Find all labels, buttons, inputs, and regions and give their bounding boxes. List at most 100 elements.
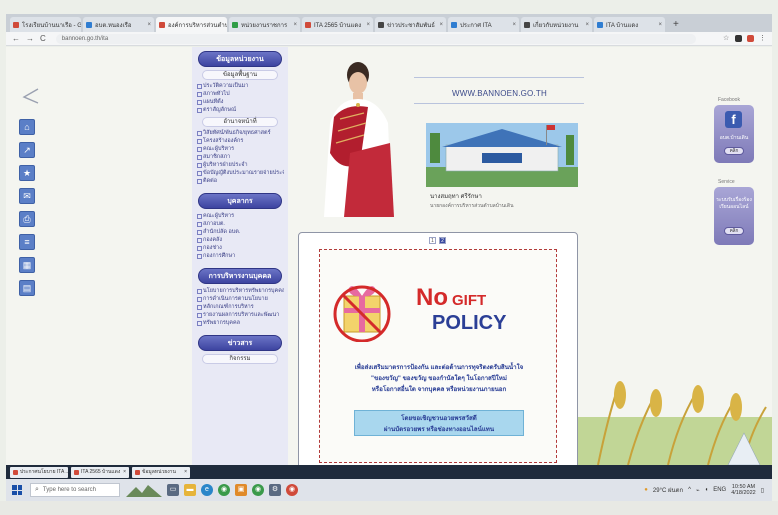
mail-icon[interactable]: ✉ [19,188,35,204]
nav-link[interactable]: การดำเนินการตามนโยบาย [196,295,284,303]
nav-link[interactable]: สมาชิกสภา [196,153,284,161]
file-explorer-icon[interactable]: ▬ [184,484,196,496]
nav-link[interactable]: ตราสัญลักษณ์ [196,106,284,114]
close-tab-icon[interactable]: × [366,22,370,28]
grid-icon[interactable]: ▦ [19,257,35,273]
weather-widget-image[interactable] [126,483,162,497]
home-icon[interactable]: ⌂ [19,119,35,135]
browser-tab[interactable]: ITA บ้านแดง × [594,17,665,32]
web-page: ⌂ ↗ ★ ✉ ⎙ ≡ ▦ ▤ ข้อมูลหน่วยงาน ข้อมูลพื้… [6,47,772,465]
browser-tab[interactable]: หน่วยงานราชการ × [229,17,300,32]
nav-link[interactable]: กองการศึกษา [196,252,284,260]
announcement-slider: 1 2 No GIFT POLICY เพื่อส่งเสริมมาตรการป้… [298,232,578,465]
chevron-up-icon[interactable]: ^ [688,487,691,493]
nav-link[interactable]: หลักเกณฑ์การบริหาร [196,303,284,311]
bookmark-icon[interactable]: ★ [19,165,35,181]
browser-tab[interactable]: ข่าวประชาสัมพันธ์ × [375,17,446,32]
language-indicator[interactable]: ENG [713,487,726,493]
taskbar-window-label: ITA 2565 บ้านแดง [81,469,121,475]
chrome-icon[interactable]: ◉ [252,484,264,496]
facebook-click-button[interactable]: คลิก [724,147,744,155]
volume-icon[interactable]: ◖ [705,487,709,493]
nav-link[interactable]: แผนที่ตั้ง [196,98,284,106]
extension-icon[interactable] [735,35,742,42]
favicon-icon [232,21,238,28]
nav-heading[interactable]: การบริหารงานบุคคล [198,268,282,284]
clock[interactable]: 10:50 AM 4/18/2022 [731,484,755,496]
nav-link[interactable]: ข้อบัญญัติงบประมาณรายจ่ายประจำปี [196,169,284,177]
network-icon[interactable]: ⌁ [696,487,700,494]
nav-link[interactable]: ประวัติความเป็นมา [196,82,284,90]
browser-tab-active[interactable]: องค์การบริหารส่วนตำบล× [156,17,227,32]
close-tab-icon[interactable]: × [147,22,151,28]
close-icon[interactable]: × [123,469,126,475]
nav-link[interactable]: สภาพทั่วไป [196,90,284,98]
taskbar-window[interactable]: ข้อมูลหน่วยงาน × [132,466,190,478]
nav-link[interactable]: ทรัพยากรบุคคล [196,319,284,327]
list-icon[interactable]: ≡ [19,234,35,250]
store-icon[interactable]: ▣ [235,484,247,496]
nav-heading[interactable]: บุคลากร [198,193,282,209]
chrome-icon[interactable]: ◉ [218,484,230,496]
nav-heading[interactable]: ข้อมูลหน่วยงาน [198,51,282,67]
document-icon[interactable]: ▤ [19,280,35,296]
browser-tab[interactable]: อบต.หนองเรือ × [83,17,154,32]
reload-button[interactable]: C [40,34,46,43]
address-bar[interactable]: bannoen.go.th/ita [55,33,696,44]
search-placeholder: Type here to search [42,487,96,493]
nav-link[interactable]: วิสัยทัศน์/พันธกิจ/ยุทธศาสตร์ [196,129,284,137]
print-icon[interactable]: ⎙ [19,211,35,227]
nav-link[interactable]: สำนักปลัด อบต. [196,228,284,236]
close-tab-icon[interactable]: × [293,22,297,28]
nav-link[interactable]: ติดต่อ [196,177,284,185]
close-tab-icon[interactable]: × [512,22,516,28]
no-gift-policy-poster[interactable]: No GIFT POLICY เพื่อส่งเสริมมาตรการป้องกั… [319,249,557,463]
facebook-widget[interactable]: f อบต.บ้านเดิน คลิก [714,105,754,163]
close-tab-icon[interactable]: × [585,22,589,28]
chrome-icon[interactable]: ◉ [286,484,298,496]
menu-icon[interactable]: ⋮ [759,35,766,42]
new-tab-button[interactable]: + [667,17,685,32]
nav-subheading[interactable]: อำนาจหน้าที่ [202,117,278,127]
complaint-service-widget[interactable]: ระบบรับเรื่องร้องเรียนออนไลน์ คลิก [714,187,754,245]
share-icon[interactable]: ↗ [19,142,35,158]
star-icon[interactable]: ☆ [723,35,730,42]
service-click-button[interactable]: คลิก [724,227,744,235]
forward-button[interactable]: → [26,34,34,43]
nav-link[interactable]: กองช่าง [196,244,284,252]
browser-tab[interactable]: เกี่ยวกับหน่วยงาน × [521,17,592,32]
close-tab-icon[interactable]: × [439,22,443,28]
windows-start-icon[interactable] [12,485,22,495]
back-button[interactable]: ← [12,34,20,43]
close-tab-icon[interactable]: × [658,22,662,28]
browser-tab[interactable]: ประกาศ ITA × [448,17,519,32]
nav-subheading[interactable]: กิจกรรม [202,354,278,364]
settings-icon[interactable]: ⚙ [269,484,281,496]
close-icon[interactable]: × [184,469,187,475]
browser-tab[interactable]: โรงเรียนบ้านนาเรือ - Google× [10,17,81,32]
mayor-title: นายกองค์การบริหารส่วนตำบลบ้านเดิน [430,203,514,209]
slider-page-button-active[interactable]: 2 [439,237,446,244]
tab-label: ข่าวประชาสัมพันธ์ [387,22,435,29]
nav-link[interactable]: กองคลัง [196,236,284,244]
chevron-left-icon[interactable] [20,87,40,105]
nav-link[interactable]: โครงสร้างองค์กร [196,137,284,145]
nav-link[interactable]: ผู้บริหารฝ่ายประจำ [196,161,284,169]
nav-link[interactable]: รายงานผลการบริหารและพัฒนา [196,311,284,319]
browser-tab[interactable]: ITA 2565 บ้านแดง × [302,17,373,32]
extension-icon[interactable] [747,35,754,42]
nav-subheading[interactable]: ข้อมูลพื้นฐาน [202,70,278,80]
nav-link[interactable]: สภาอบต. [196,220,284,228]
nav-link[interactable]: คณะผู้บริหาร [196,212,284,220]
notification-icon[interactable]: ▯ [761,487,764,494]
task-view-icon[interactable]: ▭ [167,484,179,496]
taskbar-window[interactable]: ITA 2565 บ้านแดง × [71,466,129,478]
edge-icon[interactable]: e [201,484,213,496]
slider-page-button[interactable]: 1 [429,237,436,244]
weather-text[interactable]: 29°C ฝนตก [653,485,683,495]
nav-link[interactable]: นโยบายการบริหารทรัพยากรบุคคล [196,287,284,295]
nav-heading[interactable]: ข่าวสาร [198,335,282,351]
taskbar-window[interactable]: ประกาศนโยบาย ITA ...× [10,466,68,478]
taskbar-search-input[interactable]: ⌕ Type here to search [30,483,120,497]
nav-link[interactable]: คณะผู้บริหาร [196,145,284,153]
